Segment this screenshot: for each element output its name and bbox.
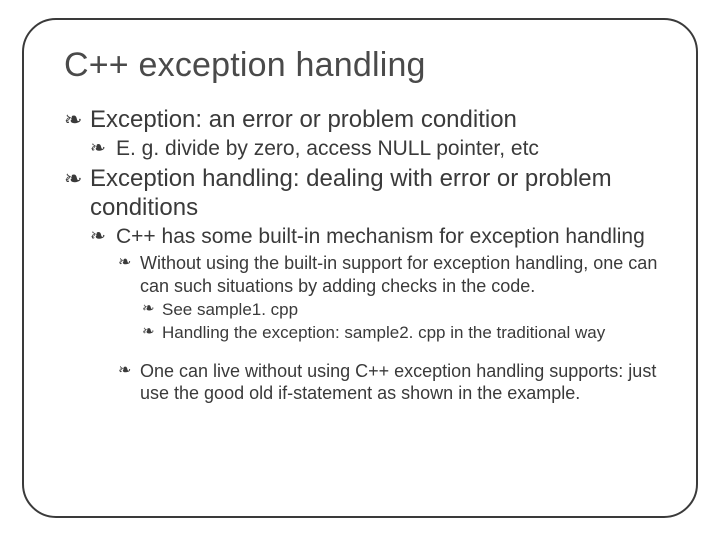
bullet-see-sample1: See sample1. cpp [142,299,668,320]
bullet-without-builtin: Without using the built-in support for e… [118,252,668,297]
bullet-handling-def: Exception handling: dealing with error o… [64,164,668,223]
bullet-live-without: One can live without using C++ exception… [118,360,668,405]
bullet-exception-examples: E. g. divide by zero, access NULL pointe… [90,136,668,162]
bullet-handle-sample2: Handling the exception: sample2. cpp in … [142,322,668,343]
bullet-exception-def: Exception: an error or problem condition [64,105,668,134]
slide-title: C++ exception handling [64,46,668,85]
slide-frame: C++ exception handling Exception: an err… [22,18,698,518]
slide: C++ exception handling Exception: an err… [0,0,720,540]
bullet-builtin-mechanism: C++ has some built-in mechanism for exce… [90,224,668,250]
spacer [64,346,668,360]
